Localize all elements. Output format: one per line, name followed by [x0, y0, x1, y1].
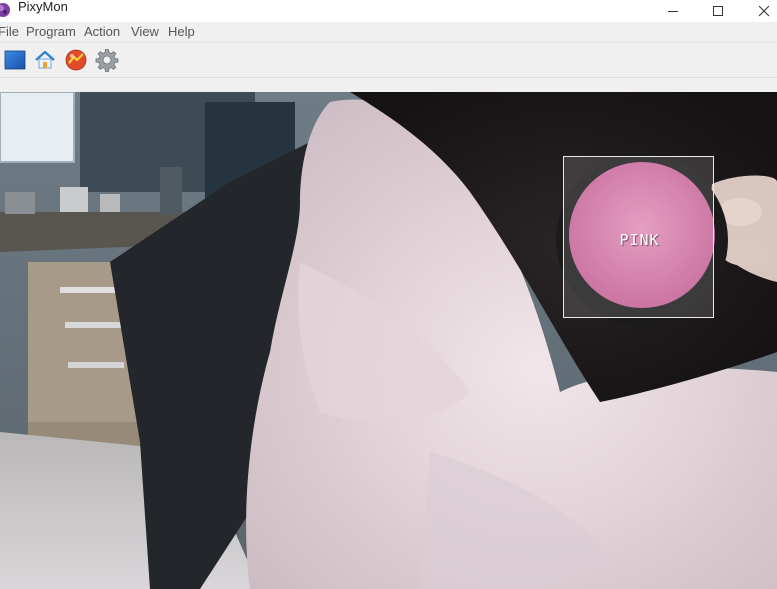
- maximize-button[interactable]: [695, 0, 741, 22]
- menu-view[interactable]: View: [131, 22, 159, 42]
- menu-bar: File Program Action View Help: [0, 22, 777, 43]
- menu-help[interactable]: Help: [168, 22, 195, 42]
- configure-button[interactable]: [95, 48, 119, 72]
- maximize-icon: [713, 6, 723, 16]
- run-signatures-button[interactable]: [64, 48, 88, 72]
- toolbar-divider: [0, 77, 777, 92]
- detection-label: PINK: [619, 231, 660, 249]
- title-bar[interactable]: PixyMon: [0, 0, 777, 22]
- app-icon: [0, 1, 12, 19]
- home-icon: [35, 50, 55, 69]
- toolbar: [0, 43, 777, 77]
- minimize-button[interactable]: [650, 0, 696, 22]
- video-view[interactable]: PINK: [0, 92, 777, 589]
- menu-program[interactable]: Program: [26, 22, 76, 42]
- close-icon: [758, 5, 770, 17]
- gear-icon: [95, 49, 119, 72]
- close-button[interactable]: [741, 0, 777, 22]
- pixymon-window: PixyMon File Program Action View Help PI…: [0, 0, 777, 589]
- menu-file[interactable]: File: [0, 22, 19, 42]
- minimize-icon: [668, 11, 678, 12]
- raw-video-button[interactable]: [3, 48, 27, 72]
- run-signatures-icon: [65, 49, 87, 71]
- detection-box: PINK: [563, 156, 714, 318]
- home-button[interactable]: [33, 48, 57, 72]
- menu-action[interactable]: Action: [84, 22, 120, 42]
- window-title: PixyMon: [18, 0, 68, 14]
- raw-video-icon: [4, 50, 26, 70]
